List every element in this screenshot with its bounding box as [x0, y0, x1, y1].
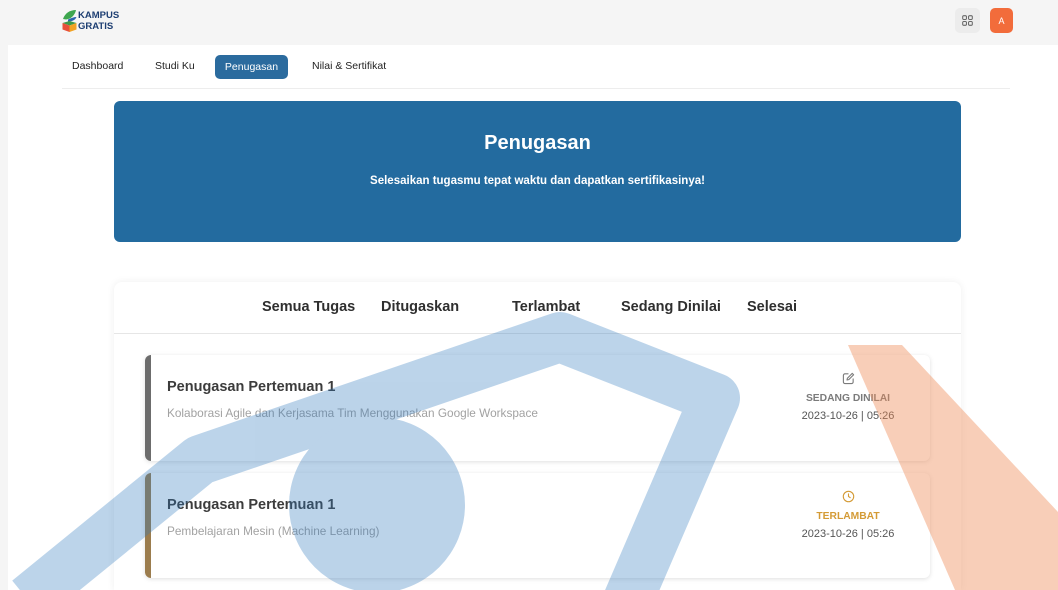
edit-icon [793, 371, 903, 385]
avatar-initial: A [998, 15, 1005, 26]
status-accent-bar [145, 355, 151, 461]
nav-item-nilai-sertifikat[interactable]: Nilai & Sertifikat [312, 45, 386, 88]
assignment-status: TERLAMBAT [816, 511, 880, 522]
assignment-course: Kolaborasi Agile dan Kerjasama Tim Mengg… [167, 406, 538, 420]
nav-item-dashboard[interactable]: Dashboard [72, 45, 123, 88]
tab-ditugaskan[interactable]: Ditugaskan [381, 282, 459, 333]
assignment-status-block: SEDANG DINILAI 2023-10-26 | 05:26 [793, 371, 903, 423]
logo-text-line1: KAMPUS [78, 10, 120, 21]
tab-terlambat[interactable]: Terlambat [512, 282, 580, 333]
user-avatar-button[interactable]: A [990, 8, 1013, 33]
assignment-title: Penugasan Pertemuan 1 [167, 497, 336, 513]
assignments-panel: Semua Tugas Ditugaskan Terlambat Sedang … [114, 282, 961, 590]
assignment-datetime: 2023-10-26 | 05:26 [801, 528, 895, 540]
status-accent-bar [145, 473, 151, 578]
assignment-title: Penugasan Pertemuan 1 [167, 379, 336, 395]
nav-item-studi-ku[interactable]: Studi Ku [155, 45, 195, 88]
assignment-status-block: TERLAMBAT 2023-10-26 | 05:26 [793, 489, 903, 541]
assignment-filter-tabs: Semua Tugas Ditugaskan Terlambat Sedang … [114, 282, 961, 334]
apps-menu-button[interactable] [955, 8, 980, 33]
logo-wordmark: KAMPUS GRATIS [78, 10, 119, 32]
page-subtitle: Selesaikan tugasmu tepat waktu dan dapat… [370, 175, 705, 187]
kampus-gratis-logo-icon [62, 10, 77, 32]
tab-selesai[interactable]: Selesai [747, 282, 797, 333]
kampus-gratis-logo[interactable]: KAMPUS GRATIS [62, 9, 119, 33]
assignment-datetime: 2023-10-26 | 05:26 [801, 410, 895, 422]
assignment-card[interactable]: Penugasan Pertemuan 1 Kolaborasi Agile d… [145, 355, 930, 461]
nav-item-penugasan-active[interactable]: Penugasan [215, 55, 288, 79]
assignment-course: Pembelajaran Mesin (Machine Learning) [167, 524, 380, 538]
assignment-card[interactable]: Penugasan Pertemuan 1 Pembelajaran Mesin… [145, 473, 930, 578]
clock-icon [793, 489, 903, 503]
page-banner: Penugasan Selesaikan tugasmu tepat waktu… [114, 101, 961, 242]
tab-sedang-dinilai[interactable]: Sedang Dinilai [621, 282, 721, 333]
assignment-status: SEDANG DINILAI [805, 393, 891, 404]
grid-icon [962, 15, 973, 26]
tab-semua-tugas[interactable]: Semua Tugas [262, 282, 355, 333]
main-nav: Dashboard Studi Ku Penugasan Nilai & Ser… [62, 45, 1010, 89]
page-title: Penugasan [484, 132, 591, 154]
logo-text-line2: GRATIS [78, 21, 114, 32]
